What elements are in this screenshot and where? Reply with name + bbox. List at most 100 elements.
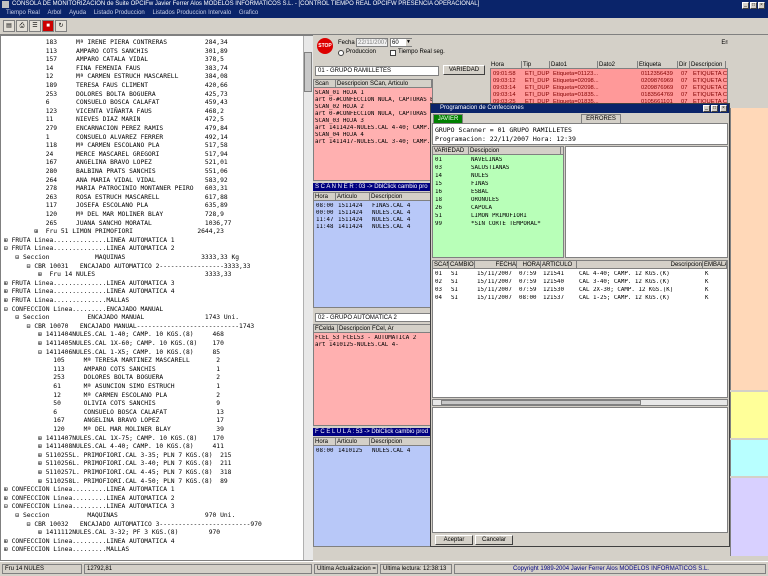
variedad-button[interactable]: VARIEDAD: [443, 65, 485, 75]
maximize-button[interactable]: □: [750, 2, 757, 9]
produccion-radio[interactable]: [338, 50, 344, 56]
prog-row[interactable]: 01 SI 15/11/2007 07:59 121541 CAL 4-40; CAMP.…: [434, 271, 727, 278]
tab-javier[interactable]: JAVIER: [433, 114, 463, 123]
tree-row[interactable]: 280 BALBINA PRATS SANCHIS 551,06: [4, 168, 228, 176]
tree-row[interactable]: 189 TERESA FAUS CLIMENT 420,66: [4, 82, 228, 90]
descipcion-col-header[interactable]: Descipcion: [469, 147, 561, 154]
tree-row[interactable]: ⊞ FRUTA Linea..............LINEA AUTOMAT…: [4, 237, 175, 245]
variedad-row[interactable]: 03 SALUSTIANAS: [434, 165, 562, 172]
tree-row[interactable]: ⊟ 1411406NULES.CAL 1-X5; CAMP. 10 KGS.(8…: [4, 349, 220, 357]
tree-row[interactable]: 105 Mª TERESA MARTINEZ MASCARELL 2: [4, 357, 220, 365]
scan-row[interactable]: art 1411417-NULES.CAL 3-40; CAMP. 10 KG: [315, 139, 432, 146]
desc-col-header[interactable]: Descripcion SCan, Articulo: [336, 80, 432, 87]
error-row[interactable]: 09:01:58 ETI_DUP Etiqueta=01123... 01123564…: [492, 71, 727, 78]
tree-row[interactable]: 24 MERCE MASCAREL GREGORI 517,94: [4, 151, 228, 159]
scan-row[interactable]: SCAN_04 HOJA 4: [315, 132, 364, 139]
prog-cambio-col[interactable]: CAMBIO: [449, 261, 475, 268]
tree-row[interactable]: ⊞ 1411404NULES.CAL 1-40; CAMP. 10 KGS.(8…: [4, 331, 224, 339]
tree-row[interactable]: ⊞ 1411112NULES.CAL 3-32; PF 3 KGS.(8) 97…: [4, 529, 220, 537]
stop-icon[interactable]: ■: [42, 20, 54, 32]
prog-desc-col[interactable]: Descripcion: [577, 261, 703, 268]
tree-row[interactable]: 11 NIEVES DIAZ MARIN 472,5: [4, 116, 224, 124]
production-tree[interactable]: 183 Mª IRENE PIERA CONTRERAS 284,34 113 …: [0, 35, 313, 561]
tree-row[interactable]: 120 Mª DEL MAR MOLINER BLAY 728,9: [4, 211, 224, 219]
minimize-button[interactable]: _: [742, 2, 749, 9]
error-row[interactable]: 09:03:12 ETI_DUP Etiqueta=02098... 02098769…: [492, 78, 727, 85]
tree-row[interactable]: ⊟ Seccion MAQUINAS 3333,33 Kg: [4, 254, 239, 262]
tree-row[interactable]: ⊞ Fru 51 LIMON PRIMOFIORI 2644,23: [4, 228, 224, 236]
tree-row[interactable]: 253 DOLORES BOLTA BOGUERA 2: [4, 374, 220, 382]
variedad-row[interactable]: 16 ESBAL: [434, 189, 562, 196]
tree-row[interactable]: ⊟ CONFECCION Linea.........ENCAJADO MANU…: [4, 306, 163, 314]
tree-row[interactable]: 113 AMPARO COTS SANCHIS 1: [4, 366, 220, 374]
tree-row[interactable]: 12 Mª CARMEN ESCOLANO PLA 2: [4, 392, 220, 400]
tree-row[interactable]: 12 Mª CARMEN ESTRUCH MASCARELL 384,08: [4, 73, 228, 81]
menu-grafico[interactable]: Grafico: [239, 10, 258, 16]
fcelula-row[interactable]: 08:00 1410125 NULES.CAL 4: [315, 448, 432, 455]
tiempo-real-checkbox[interactable]: [390, 50, 396, 56]
fcelda-desc-col-header[interactable]: Descripcion FCel, Ar: [338, 325, 432, 332]
tree-row[interactable]: ⊞ CONFECCION Linea.........LINEA AUTOMAT…: [4, 495, 175, 503]
tree-row[interactable]: ⊟ CBR 10070 ENCAJADO MANUAL-------------…: [4, 323, 254, 331]
tree-row[interactable]: 279 ENCARNACION PEREZ RAMIS 479,84: [4, 125, 228, 133]
scanner-row[interactable]: 11:47 1511424 NULES.CAL 4: [315, 217, 432, 224]
tree-row[interactable]: 167 ANGELINA BRAVO LOPEZ 17: [4, 417, 224, 425]
err-dato2-col[interactable]: Dato2: [598, 61, 638, 68]
grupo-select[interactable]: 01 - GRUPO RAMILLETES: [315, 66, 439, 76]
open-icon[interactable]: ▤: [3, 20, 15, 32]
refresh-icon[interactable]: ↻: [55, 20, 67, 32]
tree-row[interactable]: ⊞ CONFECCION Linea.........LINEA AUTOMAT…: [4, 486, 175, 494]
tree-row[interactable]: 14 FINA FEMENIA FAUS 383,74: [4, 65, 228, 73]
tree-row[interactable]: 183 Mª IRENE PIERA CONTRERAS 284,34: [4, 39, 228, 47]
dialog-maximize-button[interactable]: □: [711, 105, 718, 112]
prog-row[interactable]: 04 SI 15/11/2007 08:00 121537 CAL 1-25; CAMP.…: [434, 295, 727, 302]
tree-row[interactable]: ⊞ FRUTA Linea..............LINEA AUTOMAT…: [4, 288, 175, 296]
fcelda-col-header[interactable]: FCelda: [314, 325, 338, 332]
tree-row[interactable]: ⊞ CONFECCION Linea.........LINEA AUTOMAT…: [4, 538, 175, 546]
err-desc-col[interactable]: Descripcion: [690, 61, 726, 68]
dialog-title-bar[interactable]: Programacion de Confecciones _ □ ×: [431, 104, 729, 113]
tree-row[interactable]: ⊞ 5110255L. PRIMOFIORI.CAL 3-35; PLN 7 K…: [4, 452, 231, 460]
chevron-down-icon[interactable]: ▼: [406, 39, 412, 46]
scanner-row[interactable]: 00:00 1511424 NULES.CAL 4: [315, 210, 432, 217]
scanner-row[interactable]: 08:00 1511424 FINAS.CAL 4: [315, 203, 432, 210]
menu-ayuda[interactable]: Ayuda: [69, 10, 86, 16]
tree-row[interactable]: ⊟ CONFECCION Linea.........LINEA AUTOMAT…: [4, 503, 175, 511]
prog-articulo-col[interactable]: ARTICULO: [541, 261, 577, 268]
window-title-bar[interactable]: CONSOLA DE MONITORIZACION de Suite OPCIF…: [0, 0, 768, 9]
tree-row[interactable]: ⊞ CONFECCION Linea.........MALLAS: [4, 546, 129, 554]
tree-row[interactable]: ⊞ 1411408NULES.CAL 4-40; CAMP. 10 KGS.(8…: [4, 443, 224, 451]
prog-hscroll-thumb[interactable]: [441, 400, 641, 405]
prog-hscroll[interactable]: [432, 399, 728, 406]
variedad-row[interactable]: 18 ORONULES: [434, 197, 562, 204]
tree-row[interactable]: 263 ROSA ESTRUCH MASCARELL 617,88: [4, 194, 228, 202]
tree-row[interactable]: ⊞ 5110256L. PRIMOFIORI.CAL 3-40; PLN 7 K…: [4, 460, 231, 468]
tree-row[interactable]: ⊞ FRUTA Linea..............LINEA AUTOMAT…: [4, 280, 175, 288]
variedad-row[interactable]: 51 LIMON PRIMOFIORI: [434, 213, 562, 220]
tree-icon[interactable]: ☰: [29, 20, 41, 32]
tree-row[interactable]: 113 AMPARO COTS SANCHIS 301,89: [4, 48, 228, 56]
scan-row[interactable]: SCAN_01 HOJA 1: [315, 90, 364, 97]
variedad-row[interactable]: 99 *SIN CORTE TEMPORAL*: [434, 221, 562, 228]
tree-row[interactable]: 117 JOSEFA ESCOLANO PLA 635,89: [4, 202, 228, 210]
tree-row[interactable]: 118 Mª CARMEN ESCOLANO PLA 517,58: [4, 142, 228, 150]
scan-row[interactable]: art 1411424-NULES.CAL 4-40; CAMP. 10 KG: [315, 125, 432, 132]
err-dato1-col[interactable]: Dato1: [550, 61, 598, 68]
tree-row[interactable]: 120 Mª DEL MAR MOLINER BLAY 39: [4, 426, 224, 434]
prog-embala-col[interactable]: EMBALA: [703, 261, 727, 268]
prog-fecha-col[interactable]: FECHA: [475, 261, 517, 268]
descripcion-col-header[interactable]: Descripcion: [370, 193, 432, 200]
stop-button[interactable]: STOP: [317, 38, 333, 54]
articulo-col-header[interactable]: Articulo: [336, 193, 370, 200]
fc-descripcion-col-header[interactable]: Descripcion: [370, 438, 432, 445]
dialog-minimize-button[interactable]: _: [703, 105, 710, 112]
aceptar-button[interactable]: Aceptar: [435, 535, 473, 545]
tree-row[interactable]: ⊞ 5110257L. PRIMOFIORI.CAL 4-45; PLN 7 K…: [4, 469, 231, 477]
tree-row[interactable]: 6 CONSUELO BOSCA CALAFAT 13: [4, 409, 224, 417]
tree-row[interactable]: ⊞ 5110258L. PRIMOFIORI.CAL 4-50; PLN 7 K…: [4, 478, 228, 486]
tree-row[interactable]: 1 CONSUELO ALVAREZ FERRER 492,14: [4, 134, 228, 142]
tree-row[interactable]: 6 CONSUELO BOSCA CALAFAT 459,43: [4, 99, 228, 107]
prog-row[interactable]: 03 SI 15/11/2007 07:59 121530 CAL 2X-30; CAMP…: [434, 287, 727, 294]
tree-scroll-thumb[interactable]: [304, 52, 312, 92]
scan-row[interactable]: art 0-#CONFECCION NULA, CAPTURAS BLOQUE: [315, 111, 432, 118]
